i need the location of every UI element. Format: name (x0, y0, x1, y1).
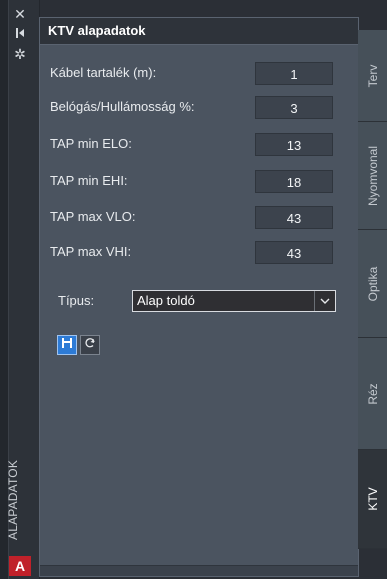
tap-min-elo-input[interactable]: 13 (255, 133, 333, 156)
close-icon[interactable]: ✕ (10, 6, 30, 22)
tipus-value: Alap toldó (137, 293, 195, 308)
tab-label: Réz (365, 382, 380, 405)
left-rail: ✕ ✲ ALAPADATOK A (0, 0, 40, 579)
tab-terv[interactable]: Terv (358, 30, 387, 122)
panel-scroll-area (40, 565, 358, 576)
field-row-kabel: Kábel tartalék (m): 1 (50, 62, 340, 86)
panel-title: KTV alapadatok (40, 18, 358, 45)
field-label: TAP max VLO: (50, 209, 136, 224)
save-button[interactable] (57, 335, 77, 355)
app-logo[interactable]: A (9, 556, 31, 576)
field-label: TAP max VHI: (50, 244, 132, 259)
tap-max-vhi-input[interactable]: 43 (255, 241, 333, 264)
tipus-select[interactable]: Alap toldó (132, 290, 336, 312)
field-label: TAP min EHI: (50, 173, 128, 188)
tab-label: Nyomvonal (365, 145, 380, 206)
tap-max-vlo-input[interactable]: 43 (255, 206, 333, 229)
tab-label: Terv (365, 64, 380, 87)
kabel-tartalek-input[interactable]: 1 (255, 62, 333, 85)
tab-label: KTV (365, 487, 380, 511)
tab-rez[interactable]: Réz (358, 338, 387, 450)
save-icon (61, 336, 73, 354)
tab-nyomvonal[interactable]: Nyomvonal (358, 122, 387, 230)
side-tabs: Terv Nyomvonal Optika Réz KTV (358, 30, 387, 549)
tipus-label: Típus: (58, 293, 95, 308)
pin-icon[interactable] (10, 26, 30, 42)
tab-label: Optika (365, 266, 380, 301)
field-row-tap-min-elo: TAP min ELO: 13 (50, 133, 340, 157)
ktv-panel: KTV alapadatok Kábel tartalék (m): 1 Bel… (39, 17, 359, 577)
tab-ktv[interactable]: KTV (358, 450, 387, 549)
chevron-down-icon[interactable] (314, 291, 335, 311)
refresh-icon (84, 336, 96, 354)
field-row-tap-max-vhi: TAP max VHI: 43 (50, 241, 340, 265)
refresh-button[interactable] (80, 335, 100, 355)
field-label: TAP min ELO: (50, 136, 132, 151)
belogas-input[interactable]: 3 (255, 96, 333, 119)
tipus-row: Típus: Alap toldó (58, 288, 348, 312)
tap-min-ehi-input[interactable]: 18 (255, 170, 333, 193)
tab-optika[interactable]: Optika (358, 230, 387, 338)
settings-icon[interactable]: ✲ (10, 46, 30, 62)
field-row-tap-min-ehi: TAP min EHI: 18 (50, 170, 340, 194)
field-row-belogas: Belógás/Hullámosság %: 3 (50, 96, 340, 120)
field-label: Kábel tartalék (m): (50, 65, 157, 80)
rail-label[interactable]: ALAPADATOK (6, 460, 20, 540)
field-label: Belógás/Hullámosság %: (50, 99, 195, 114)
field-row-tap-max-vlo: TAP max VLO: 43 (50, 206, 340, 230)
